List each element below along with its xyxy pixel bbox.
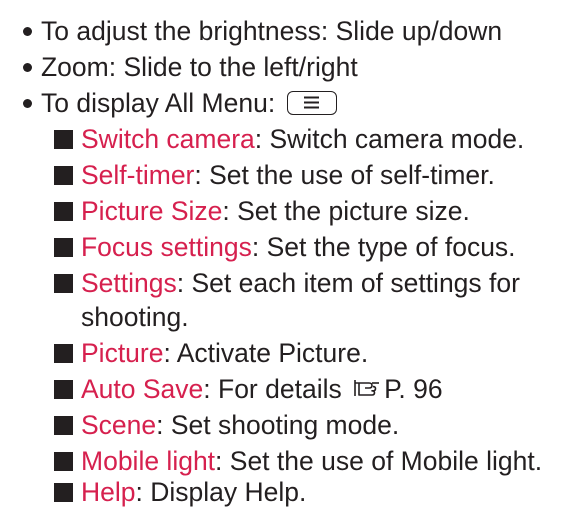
square-bullet: [54, 237, 73, 257]
menu-desc: : Set the use of Mobile light.: [215, 446, 543, 476]
menu-desc: : Set each item of settings for: [176, 268, 520, 298]
pointing-hand-icon: [353, 372, 383, 406]
menu-term: Switch camera: [81, 124, 255, 154]
menu-term: Mobile light: [81, 446, 216, 476]
square-bullet: [54, 201, 73, 221]
menu-icon: [286, 91, 337, 115]
square-bullet: [54, 273, 73, 293]
square-bullet: [54, 451, 73, 471]
menu-term: Self-timer: [81, 160, 195, 190]
square-bullet: [54, 343, 73, 363]
menu-term: Focus settings: [81, 232, 252, 262]
menu-item-auto-save: Auto Save: For details P. 96: [54, 372, 443, 408]
menu-term: Auto Save: [81, 374, 204, 404]
menu-desc: : Set the use of self-timer.: [194, 160, 495, 190]
bullet-dot: [23, 98, 32, 108]
bullet-item-zoom: Zoom: Slide to the left/right: [23, 50, 358, 84]
manual-page: To adjust the brightness: Slide up/down …: [0, 0, 577, 509]
menu-item-self-timer: Self-timer: Set the use of self-timer.: [54, 158, 495, 192]
menu-desc: : Display Help.: [135, 477, 307, 507]
bullet-text: Zoom: Slide to the left/right: [41, 52, 358, 82]
menu-term: Help: [81, 477, 136, 507]
menu-term: Picture Size: [81, 196, 223, 226]
menu-term: Scene: [81, 410, 157, 440]
bullet-dot: [23, 62, 32, 72]
menu-item-settings: Settings: Set each item of settings for: [54, 266, 520, 300]
page-reference: P. 96: [384, 374, 443, 404]
menu-desc: : Set shooting mode.: [156, 410, 400, 440]
bullet-item-all-menu: To display All Menu:: [23, 86, 337, 120]
bullet-dot: [23, 26, 32, 36]
square-bullet: [54, 129, 73, 149]
square-bullet: [54, 415, 73, 435]
menu-desc: : Set the picture size.: [222, 196, 470, 226]
square-bullet: [54, 379, 73, 399]
menu-desc: : Switch camera mode.: [254, 124, 525, 154]
menu-item-focus-settings: Focus settings: Set the type of focus.: [54, 230, 516, 264]
bullet-text: To adjust the brightness: Slide up/down: [41, 16, 503, 46]
menu-item-scene: Scene: Set shooting mode.: [54, 408, 399, 442]
menu-item-help: Help: Display Help.: [54, 475, 306, 509]
menu-desc: : Set the type of focus.: [251, 232, 516, 262]
menu-term: Settings: [81, 268, 177, 298]
bullet-item-brightness: To adjust the brightness: Slide up/down: [23, 14, 502, 48]
menu-desc: : For details: [203, 374, 342, 404]
square-bullet: [54, 482, 73, 502]
menu-item-switch-camera: Switch camera: Switch camera mode.: [54, 122, 524, 156]
menu-desc: : Activate Picture.: [163, 338, 369, 368]
bullet-text: To display All Menu:: [41, 88, 276, 118]
menu-term: Picture: [81, 338, 164, 368]
square-bullet: [54, 165, 73, 185]
menu-item-settings-continued: shooting.: [81, 300, 189, 334]
menu-item-picture-size: Picture Size: Set the picture size.: [54, 194, 470, 228]
menu-item-mobile-light: Mobile light: Set the use of Mobile ligh…: [54, 444, 542, 478]
menu-desc-continued: shooting.: [81, 302, 189, 332]
menu-item-picture: Picture: Activate Picture.: [54, 336, 368, 370]
